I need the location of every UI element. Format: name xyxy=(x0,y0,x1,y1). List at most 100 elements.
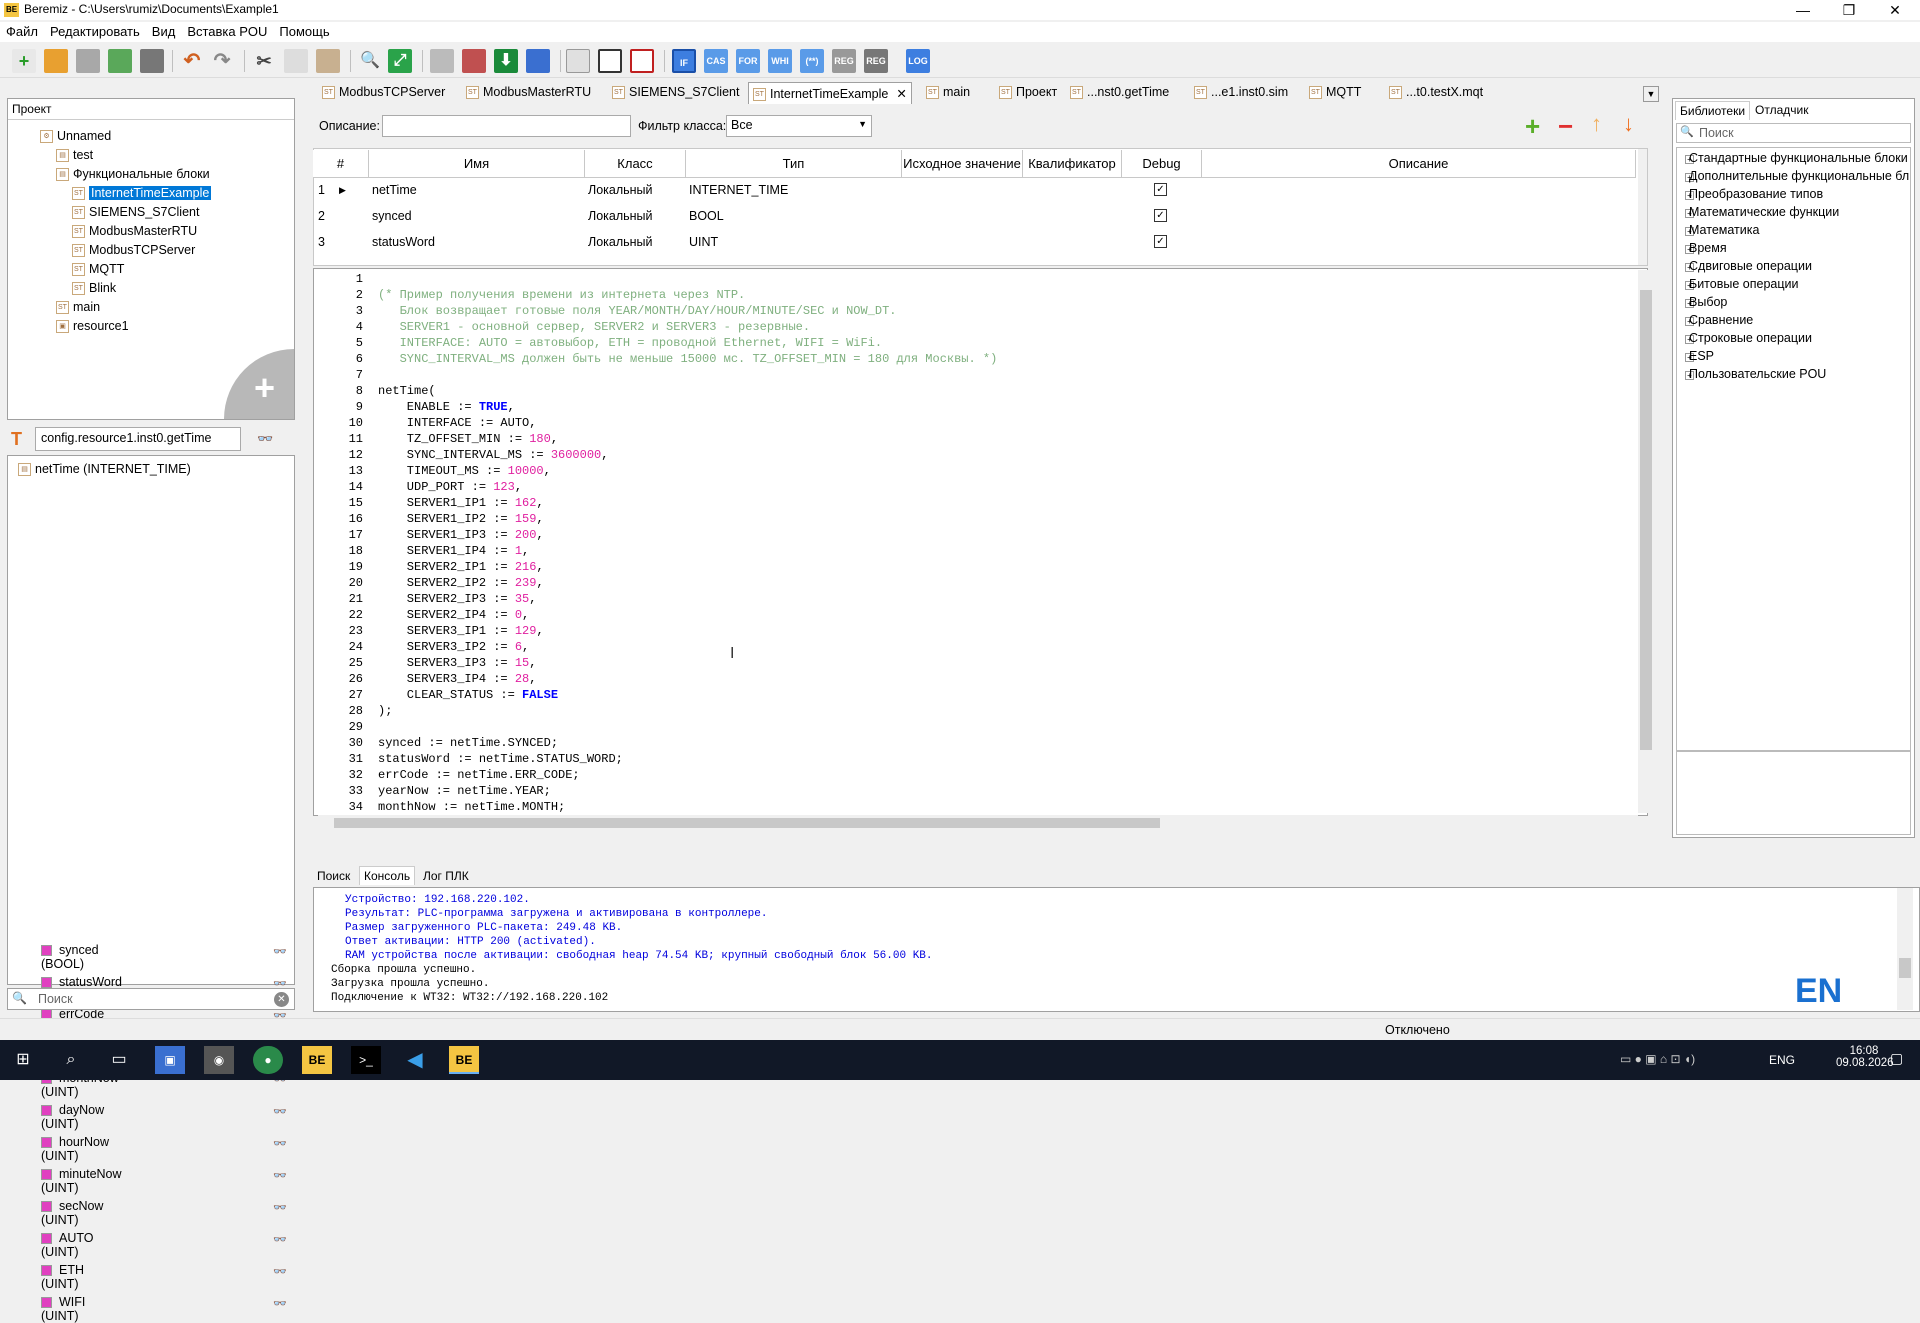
block-red-icon[interactable] xyxy=(630,49,654,73)
log-button[interactable]: LOG xyxy=(906,49,930,73)
tab-console[interactable]: Консоль xyxy=(359,866,416,885)
column-header[interactable]: Описание xyxy=(1202,150,1636,178)
editor-tab[interactable]: ST MQTT xyxy=(1305,82,1365,104)
tab-debugger[interactable]: Отладчик xyxy=(1755,103,1808,117)
clear-icon[interactable]: ✕ xyxy=(274,992,289,1007)
debug-var-item[interactable]: ETH (UINT) xyxy=(41,1263,84,1291)
tray-icons[interactable]: ▭ ● ▣ ⌂ ⊡ ◖) xyxy=(1620,1052,1695,1066)
variable-class-cell[interactable]: Локальный xyxy=(588,205,653,227)
tab-project[interactable]: Проект xyxy=(12,102,52,116)
menu-file[interactable]: Файл xyxy=(0,22,44,41)
variable-name-cell[interactable]: synced xyxy=(372,205,412,227)
library-category[interactable]: Дополнительные функциональные бл xyxy=(1689,169,1909,183)
library-category[interactable]: ESP xyxy=(1689,349,1714,363)
clock[interactable]: 16:08 09.08.2026 xyxy=(1836,1045,1894,1069)
notification-icon[interactable]: ▢ xyxy=(1890,1050,1903,1067)
variable-class-cell[interactable]: Локальный xyxy=(588,179,653,201)
tab-search[interactable]: Поиск xyxy=(317,869,350,883)
debug-checkbox[interactable]: ✓ xyxy=(1154,183,1167,196)
debug-root-node[interactable]: ▤ netTime (INTERNET_TIME) xyxy=(18,462,191,477)
code-vertical-scrollbar[interactable] xyxy=(1638,270,1654,813)
debug-glasses-icon[interactable]: 👓 xyxy=(273,1169,287,1182)
variable-type-cell[interactable]: BOOL xyxy=(689,205,724,227)
windows-start-icon[interactable]: ⊞ xyxy=(8,1046,38,1074)
console-scrollbar[interactable] xyxy=(1897,888,1913,1010)
debug-checkbox[interactable]: ✓ xyxy=(1154,209,1167,222)
library-category[interactable]: Время xyxy=(1689,241,1727,255)
editor-tab[interactable]: ST Проект xyxy=(995,82,1061,104)
reg2-button[interactable]: REG xyxy=(864,49,888,73)
debug-var-item[interactable]: WIFI (UINT) xyxy=(41,1295,85,1323)
while-button[interactable]: WHI xyxy=(768,49,792,73)
save-as-icon[interactable] xyxy=(108,49,132,73)
menu-edit[interactable]: Редактировать xyxy=(44,22,146,41)
scrollbar-thumb[interactable] xyxy=(1640,290,1652,750)
menu-view[interactable]: Вид xyxy=(146,22,182,41)
variable-class-cell[interactable]: Локальный xyxy=(588,231,653,253)
print-icon[interactable] xyxy=(140,49,164,73)
debug-glasses-icon[interactable]: 👓 xyxy=(273,1105,287,1118)
tree-item-blink[interactable]: ST Blink xyxy=(72,281,116,296)
minimize-button[interactable]: — xyxy=(1780,0,1826,20)
class-filter-select[interactable]: Все ▼ xyxy=(726,115,872,137)
debug-glasses-icon[interactable]: 👓 xyxy=(273,1265,287,1278)
tree-item-function-blocks[interactable]: ▤ Функциональные блоки xyxy=(56,167,210,182)
tab-libraries[interactable]: Библиотеки xyxy=(1675,101,1751,120)
library-category[interactable]: Преобразование типов xyxy=(1689,187,1823,201)
editor-tab[interactable]: ST ModbusMasterRTU xyxy=(462,82,595,104)
library-category[interactable]: Стандартные функциональные блоки xyxy=(1689,151,1908,165)
fullscreen-icon[interactable]: ⤢ xyxy=(388,49,412,73)
debug-var-item[interactable]: minuteNow (UINT) xyxy=(41,1167,122,1195)
menu-help[interactable]: Помощь xyxy=(273,22,335,41)
debug-var-item[interactable]: secNow (UINT) xyxy=(41,1199,103,1227)
vscode-icon[interactable]: ◀ xyxy=(400,1046,430,1074)
input-language[interactable]: ENG xyxy=(1769,1053,1795,1067)
column-header[interactable]: # xyxy=(313,150,369,178)
library-category[interactable]: Сдвиговые операции xyxy=(1689,259,1812,273)
tab-list-dropdown[interactable]: ▼ xyxy=(1643,86,1659,102)
library-category[interactable]: Сравнение xyxy=(1689,313,1753,327)
tree-item-siemens[interactable]: ST SIEMENS_S7Client xyxy=(72,205,199,220)
tree-item-resource1[interactable]: ▣ resource1 xyxy=(56,319,129,334)
library-search-input[interactable]: Поиск xyxy=(1699,126,1734,140)
variable-name-cell[interactable]: netTime xyxy=(372,179,417,201)
library-search-box[interactable]: 🔍 Поиск xyxy=(1676,123,1911,143)
debug-search-box[interactable]: 🔍 Поиск ✕ xyxy=(7,988,295,1010)
column-header[interactable]: Debug xyxy=(1122,150,1202,178)
debug-var-item[interactable]: AUTO (UINT) xyxy=(41,1231,94,1259)
editor-tab[interactable]: ST ...nst0.getTime xyxy=(1066,82,1173,104)
library-category[interactable]: Математические функции xyxy=(1689,205,1839,219)
column-header[interactable]: Тип xyxy=(686,150,902,178)
debug-checkbox[interactable]: ✓ xyxy=(1154,235,1167,248)
library-category[interactable]: Битовые операции xyxy=(1689,277,1798,291)
debug-glasses-icon[interactable]: 👓 xyxy=(273,1137,287,1150)
column-header[interactable]: Исходное значение xyxy=(902,150,1023,178)
column-header[interactable]: Квалификатор xyxy=(1023,150,1122,178)
editor-tab[interactable]: ST main xyxy=(922,82,974,104)
editor-tab[interactable]: ST SIEMENS_S7Client xyxy=(608,82,743,104)
column-header[interactable]: Имя xyxy=(369,150,585,178)
library-category[interactable]: Математика xyxy=(1689,223,1759,237)
tree-item-internettimeexample[interactable]: ST InternetTimeExample xyxy=(72,186,212,201)
app-icon[interactable]: ◉ xyxy=(204,1046,234,1074)
debug-glasses-icon[interactable]: 👓 xyxy=(273,1233,287,1246)
app-icon[interactable]: ▣ xyxy=(155,1046,185,1074)
editor-tab[interactable]: ST ModbusTCPServer xyxy=(318,82,449,104)
new-file-icon[interactable]: + xyxy=(12,49,36,73)
editor-tab[interactable]: ST ...t0.testX.mqt xyxy=(1385,82,1487,104)
terminal-icon[interactable]: >_ xyxy=(351,1046,381,1074)
scrollbar-thumb[interactable] xyxy=(334,818,1160,828)
variable-type-cell[interactable]: UINT xyxy=(689,231,718,253)
menu-insert-pou[interactable]: Вставка POU xyxy=(181,22,273,41)
copy-icon[interactable] xyxy=(284,49,308,73)
code-editor[interactable]: 1 2 (* Пример получения времени из интерне… xyxy=(318,270,1638,813)
maximize-button[interactable]: ❐ xyxy=(1826,0,1872,20)
build-icon[interactable] xyxy=(462,49,486,73)
debug-glasses-icon[interactable]: 👓 xyxy=(273,945,287,958)
reg-button[interactable]: REG xyxy=(832,49,856,73)
table-scrollbar[interactable] xyxy=(1638,149,1647,265)
tree-item-modbusmaster[interactable]: ST ModbusMasterRTU xyxy=(72,224,197,239)
debug-glasses-icon[interactable]: 👓 xyxy=(257,431,273,447)
cut-icon[interactable]: ✂ xyxy=(252,49,276,73)
debug-glasses-icon[interactable] xyxy=(430,49,454,73)
